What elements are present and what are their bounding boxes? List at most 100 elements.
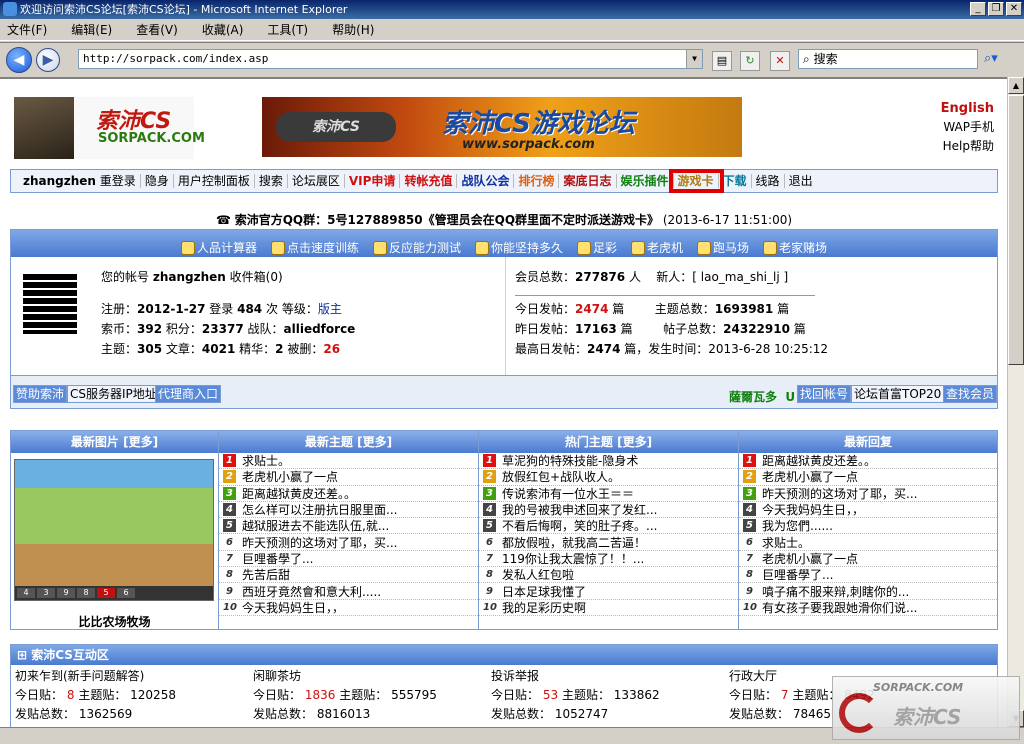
- list-item[interactable]: 5 我为您們......: [739, 518, 997, 535]
- list-item[interactable]: 4 今天我妈妈生日，，: [739, 502, 997, 519]
- search-input[interactable]: ⌕ 搜索: [798, 49, 978, 69]
- nav-vip[interactable]: VIP申请: [345, 174, 401, 188]
- list-item[interactable]: 4 怎么样可以注册抗日服里面...: [219, 502, 478, 519]
- list-item[interactable]: 3 昨天预测的这场对了耶，买...: [739, 486, 997, 502]
- list-item[interactable]: 7 巨哩番學了...: [219, 551, 478, 568]
- list-item[interactable]: 8 巨哩番學了...: [739, 567, 997, 584]
- game-link-reaction[interactable]: 反应能力测试: [372, 239, 461, 256]
- header-banner[interactable]: 索沛CS 索沛CS游戏论坛 www.sorpack.com: [262, 97, 742, 157]
- vertical-scrollbar[interactable]: ▲ ▼: [1007, 77, 1024, 727]
- nav-control-panel[interactable]: 用户控制面板: [174, 174, 255, 188]
- nav-logout[interactable]: 退出: [785, 174, 817, 188]
- search-go-icon[interactable]: ⌕▾: [984, 51, 1004, 69]
- address-input[interactable]: http://sorpack.com/index.asp ▼: [78, 49, 703, 69]
- agent-button[interactable]: 代理商入口: [155, 385, 222, 403]
- game-link-click[interactable]: 点击速度训练: [270, 239, 359, 256]
- nav-logs[interactable]: 案底日志: [559, 174, 617, 188]
- list-item[interactable]: 1 距离越狱黄皮还差。。: [739, 453, 997, 470]
- latest-topics: 最新主题 [更多] 1 求贴士。 2 老虎机小赢了一点 3 距离越狱黄皮还差。。 4 怎么样可…: [219, 431, 479, 629]
- list-item[interactable]: 2 放假红包+战队收人。: [479, 469, 738, 486]
- address-dropdown[interactable]: ▼: [686, 50, 702, 68]
- menu-view[interactable]: 查看(V): [133, 21, 181, 38]
- nav-invisible[interactable]: 隐身: [141, 174, 174, 188]
- game-link-horse[interactable]: 跑马场: [697, 239, 749, 256]
- game-link-rp[interactable]: 人品计算器: [180, 239, 257, 256]
- list-item[interactable]: 1 求贴士。: [219, 453, 478, 470]
- forum-name[interactable]: 投诉举报: [491, 667, 725, 686]
- nav-search[interactable]: 搜索: [255, 174, 288, 188]
- english-link[interactable]: English: [941, 99, 994, 118]
- scroll-up-arrow[interactable]: ▲: [1008, 77, 1024, 94]
- inbox-link[interactable]: 收件箱: [230, 270, 266, 284]
- nav-clans[interactable]: 战队公会: [457, 174, 515, 188]
- list-item[interactable]: 2 老虎机小赢了一点: [219, 469, 478, 486]
- help-link[interactable]: Help帮助: [941, 137, 994, 156]
- avatar[interactable]: [23, 274, 77, 334]
- find-member-button[interactable]: 查找会员: [943, 385, 997, 403]
- nav-game-card[interactable]: 游戏卡: [668, 169, 724, 193]
- list-item[interactable]: 4 我的号被我申述回来了发红...: [479, 502, 738, 519]
- forward-button[interactable]: ▶: [36, 47, 60, 72]
- list-item[interactable]: 7 老虎机小赢了一点: [739, 551, 997, 568]
- interaction-zone-header[interactable]: ⊞ 索沛CS互动区: [11, 645, 997, 665]
- menu-edit[interactable]: 编辑(E): [68, 21, 115, 38]
- page-icon[interactable]: ▤: [712, 51, 732, 71]
- list-item[interactable]: 5 不看后悔啊，笑的肚子疼。...: [479, 518, 738, 535]
- server-ip-button[interactable]: CS服务器IP地址: [67, 385, 160, 403]
- list-item[interactable]: 9 噴子痛不服来辩,刺瞎你的...: [739, 583, 997, 600]
- list-item[interactable]: 6 昨天预测的这场对了耶，买...: [219, 534, 478, 551]
- list-item[interactable]: 10 我的足彩历史啊: [479, 600, 738, 616]
- back-button[interactable]: ◀: [6, 46, 32, 73]
- picture-caption[interactable]: 比比农场牧场: [11, 613, 218, 630]
- nav-recharge[interactable]: 转帐充值: [400, 174, 458, 188]
- menu-file[interactable]: 文件(F): [4, 21, 50, 38]
- list-item[interactable]: 9 日本足球我懂了: [479, 583, 738, 600]
- game-link-lottery[interactable]: 足彩: [577, 239, 617, 256]
- hot-topics-header[interactable]: 热门主题 [更多]: [479, 431, 738, 453]
- minimize-button[interactable]: _: [970, 2, 986, 16]
- list-item[interactable]: 8 先苦后甜: [219, 567, 478, 584]
- list-item[interactable]: 2 老虎机小赢了一点: [739, 469, 997, 486]
- nav-rankings[interactable]: 排行榜: [514, 174, 560, 188]
- list-item[interactable]: 6 求贴士。: [739, 534, 997, 551]
- menu-tools[interactable]: 工具(T): [264, 21, 311, 38]
- nav-line[interactable]: 线路: [752, 174, 785, 188]
- nav-download[interactable]: 下载: [719, 174, 752, 188]
- wap-link[interactable]: WAP手机: [941, 118, 994, 137]
- nav-plugins[interactable]: 娱乐插件: [617, 174, 674, 188]
- stop-icon[interactable]: ✕: [770, 51, 790, 71]
- list-item[interactable]: 10 有女孩子要我跟她滑你们说...: [739, 600, 997, 616]
- nav-user[interactable]: zhangzhen 重登录: [19, 174, 141, 188]
- nav-showroom[interactable]: 论坛展区: [288, 174, 345, 188]
- list-item[interactable]: 8 发私人红包啦: [479, 567, 738, 584]
- close-button[interactable]: ✕: [1006, 2, 1022, 16]
- menu-help[interactable]: 帮助(H): [329, 21, 377, 38]
- game-link-casino[interactable]: 老家赌场: [763, 239, 827, 256]
- hot-topics: 热门主题 [更多] 1 草泥狗的特殊技能-隐身术 2 放假红包+战队收人。 3 传说索沛有…: [479, 431, 739, 629]
- maximize-button[interactable]: ❐: [988, 2, 1004, 16]
- list-item[interactable]: 3 传说索沛有一位水王＝＝: [479, 486, 738, 502]
- list-item[interactable]: 1 草泥狗的特殊技能-隐身术: [479, 453, 738, 470]
- latest-topics-header[interactable]: 最新主题 [更多]: [219, 431, 478, 453]
- forum-name[interactable]: 初来乍到(新手问题解答): [15, 667, 249, 686]
- list-item[interactable]: 5 越狱服进去不能选队伍,就...: [219, 518, 478, 535]
- list-item[interactable]: 3 距离越狱黄皮还差。。: [219, 486, 478, 502]
- list-item[interactable]: 7 119你让我太震惊了！！...: [479, 551, 738, 568]
- farm-game-image[interactable]: 439856: [14, 459, 214, 601]
- scroll-thumb[interactable]: [1008, 95, 1024, 365]
- menu-favorites[interactable]: 收藏(A): [199, 21, 247, 38]
- sponsor-button[interactable]: 赞助索沛: [13, 385, 68, 403]
- game-link-slot[interactable]: 老虎机: [631, 239, 683, 256]
- refresh-icon[interactable]: ↻: [740, 51, 760, 71]
- list-item[interactable]: 9 西班牙竟然會和意大利.....: [219, 583, 478, 600]
- game-link-endure[interactable]: 你能坚持多久: [474, 239, 563, 256]
- list-item[interactable]: 10 今天我妈妈生日，，: [219, 600, 478, 616]
- list-item[interactable]: 6 都放假啦，就我高二苦逼！: [479, 534, 738, 551]
- pic-bar-cell: 6: [117, 588, 135, 598]
- richest-top20-button[interactable]: 论坛首富TOP20: [851, 385, 945, 403]
- forum-logo[interactable]: 索沛CS SORPACK.COM: [14, 97, 205, 159]
- latest-pictures-header[interactable]: 最新图片 [更多]: [11, 431, 218, 453]
- recover-account-button[interactable]: 找回帐号: [797, 385, 852, 403]
- forum-name[interactable]: 闲聊茶坊: [253, 667, 487, 686]
- new-member-link[interactable]: lao_ma_shi_lj: [701, 270, 780, 284]
